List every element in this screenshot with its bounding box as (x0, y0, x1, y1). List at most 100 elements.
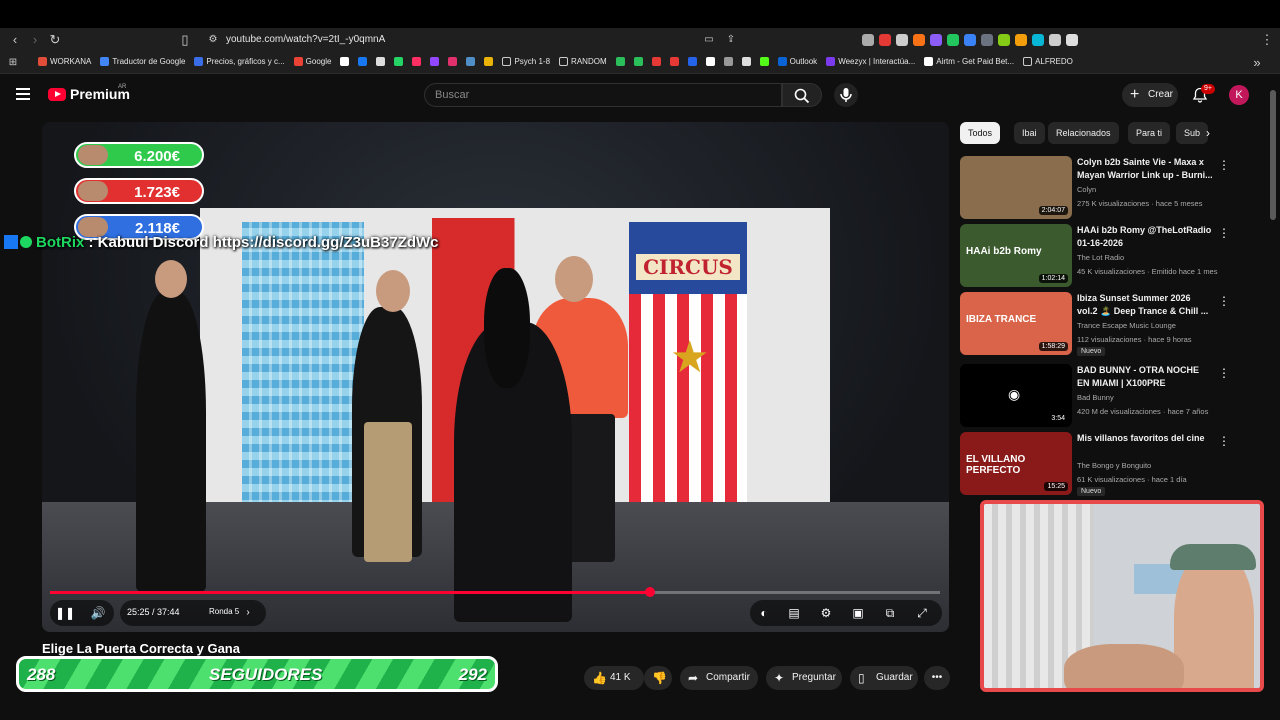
autoplay-toggle-icon[interactable]: ◐ (754, 605, 774, 621)
chip-sub[interactable]: Sub (1176, 122, 1209, 144)
video-thumbnail[interactable]: ◉ 3:54 (960, 364, 1072, 427)
fullscreen-icon[interactable]: ⤢ (914, 605, 930, 621)
browser-menu-icon[interactable]: ⋮ (1258, 32, 1276, 48)
back-icon[interactable]: ‹ (6, 32, 24, 48)
bookmark-item[interactable] (687, 57, 697, 66)
bookmark-item[interactable] (376, 57, 386, 66)
dislike-button[interactable]: 👎 (644, 666, 672, 690)
bookmark-item[interactable] (484, 57, 494, 66)
recommendation-title[interactable]: HAAi b2b Romy @TheLotRadio 01-16-2026 (1077, 224, 1213, 250)
bookmark-item[interactable] (394, 57, 404, 66)
chevron-right-icon[interactable]: › (1206, 126, 1210, 140)
more-actions-button[interactable]: ••• (924, 666, 950, 690)
bookmark-item[interactable] (615, 57, 625, 66)
menu-icon[interactable] (16, 88, 30, 100)
video-thumbnail[interactable]: EL VILLANO PERFECTO 15:25 (960, 432, 1072, 495)
volume-icon[interactable]: 🔊 (90, 605, 106, 621)
recommendation-item[interactable]: ◉ 3:54 BAD BUNNY - OTRA NOCHE EN MIAMI | X… (960, 364, 1260, 428)
like-button[interactable]: 👍 41 K (584, 666, 644, 690)
page-scrollbar[interactable] (1270, 90, 1276, 690)
channel-name[interactable]: The Bongo y Bonguito (1077, 461, 1151, 470)
bookmark-item[interactable]: Weezyx | Interactúa... (826, 57, 915, 66)
extension-icon[interactable] (947, 34, 959, 46)
bookmark-item[interactable] (723, 57, 733, 66)
bookmark-icon[interactable]: ▯ (176, 32, 194, 48)
extension-icon[interactable] (998, 34, 1010, 46)
progress-bar[interactable] (50, 587, 940, 597)
bookmark-item[interactable]: WORKANA (38, 57, 91, 66)
bookmark-item[interactable] (358, 57, 368, 66)
extension-icon[interactable] (1032, 34, 1044, 46)
video-thumbnail[interactable]: HAAi b2b Romy 1:02:14 (960, 224, 1072, 287)
create-button[interactable]: + Crear (1122, 83, 1178, 107)
search-button[interactable] (782, 83, 822, 107)
extension-icon[interactable] (879, 34, 891, 46)
recommendation-title[interactable]: Colyn b2b Sainte Vie - Maxa x Mayan Warr… (1077, 156, 1213, 182)
chip-para-ti[interactable]: Para ti (1128, 122, 1171, 144)
extension-icon[interactable] (896, 34, 908, 46)
settings-gear-icon[interactable]: ⚙ (818, 605, 834, 621)
bookmark-item[interactable] (705, 57, 715, 66)
channel-name[interactable]: The Lot Radio (1077, 253, 1124, 262)
channel-name[interactable]: Trance Escape Music Lounge (1077, 321, 1176, 330)
extension-icon[interactable] (862, 34, 874, 46)
recommendation-item[interactable]: EL VILLANO PERFECTO 15:25 Mis villanos fav… (960, 432, 1260, 496)
voice-search-button[interactable] (834, 83, 858, 107)
save-button[interactable]: ▯ Guardar (850, 666, 918, 690)
reload-icon[interactable]: ↻ (46, 32, 64, 48)
recommendation-item[interactable]: 2:04:07 Colyn b2b Sainte Vie - Maxa x May… (960, 156, 1260, 220)
bookmark-item[interactable]: Precios, gráficos y c... (194, 57, 285, 66)
chip-relacionados[interactable]: Relacionados (1048, 122, 1119, 144)
more-options-icon[interactable]: ⋮ (1218, 158, 1230, 172)
scrollbar-thumb[interactable] (1270, 90, 1276, 220)
extension-icon[interactable] (981, 34, 993, 46)
share-page-icon[interactable]: ⇪ (722, 32, 740, 48)
miniplayer-icon[interactable]: ▣ (850, 605, 866, 621)
more-options-icon[interactable]: ⋮ (1218, 366, 1230, 380)
chapter-label[interactable]: Ronda 5 (209, 607, 239, 616)
recommendation-title[interactable]: Ibiza Sunset Summer 2026 vol.2 🏝️ Deep T… (1077, 292, 1213, 318)
cast-tv-icon[interactable]: ⧉ (882, 605, 898, 621)
extension-icon[interactable] (913, 34, 925, 46)
more-bookmarks-icon[interactable]: » (1248, 55, 1266, 71)
bookmark-item[interactable] (759, 57, 769, 66)
recommendation-title[interactable]: BAD BUNNY - OTRA NOCHE EN MIAMI | X100PR… (1077, 364, 1213, 390)
ask-button[interactable]: ✦ Preguntar (766, 666, 842, 690)
search-input[interactable]: Buscar (424, 83, 782, 107)
chip-todos[interactable]: Todos (960, 122, 1001, 144)
video-thumbnail[interactable]: IBIZA TRANCE 1:58:29 (960, 292, 1072, 355)
apps-grid-icon[interactable]: ⊞ (4, 55, 22, 71)
bookmark-item[interactable] (448, 57, 458, 66)
bookmark-item[interactable] (651, 57, 661, 66)
pause-icon[interactable]: ❚❚ (55, 605, 75, 621)
cast-icon[interactable]: ▭ (700, 32, 718, 48)
bookmark-item[interactable]: RANDOM (559, 57, 607, 66)
bookmark-item[interactable] (466, 57, 476, 66)
bookmark-item[interactable] (633, 57, 643, 66)
bookmark-item[interactable]: ALFREDO (1023, 57, 1073, 66)
more-options-icon[interactable]: ⋮ (1218, 434, 1230, 448)
extension-icon[interactable] (930, 34, 942, 46)
bookmark-item[interactable] (669, 57, 679, 66)
bookmark-item[interactable] (741, 57, 751, 66)
bookmark-item[interactable]: Traductor de Google (100, 57, 185, 66)
more-options-icon[interactable]: ⋮ (1218, 294, 1230, 308)
site-info-icon[interactable]: ⚙ (204, 32, 222, 48)
bookmark-item[interactable]: Psych 1-8 (502, 57, 550, 66)
chevron-right-icon[interactable]: › (240, 605, 256, 621)
bookmark-item[interactable] (340, 57, 350, 66)
extension-icon[interactable] (964, 34, 976, 46)
recommendation-item[interactable]: IBIZA TRANCE 1:58:29 Ibiza Sunset Summer 2… (960, 292, 1260, 356)
extension-icon[interactable] (1066, 34, 1078, 46)
bookmark-item[interactable]: Airtm - Get Paid Bet... (924, 57, 1014, 66)
recommendation-item[interactable]: HAAi b2b Romy 1:02:14 HAAi b2b Romy @TheLo… (960, 224, 1260, 288)
recommendation-title[interactable]: Mis villanos favoritos del cine (1077, 432, 1213, 445)
video-thumbnail[interactable]: 2:04:07 (960, 156, 1072, 219)
progress-scrubber[interactable] (644, 587, 655, 597)
extension-icon[interactable] (1049, 34, 1061, 46)
bookmark-item[interactable]: Google (293, 57, 331, 66)
forward-icon[interactable]: › (26, 32, 44, 48)
channel-name[interactable]: Bad Bunny (1077, 393, 1114, 402)
more-options-icon[interactable]: ⋮ (1218, 226, 1230, 240)
channel-name[interactable]: Colyn (1077, 185, 1096, 194)
